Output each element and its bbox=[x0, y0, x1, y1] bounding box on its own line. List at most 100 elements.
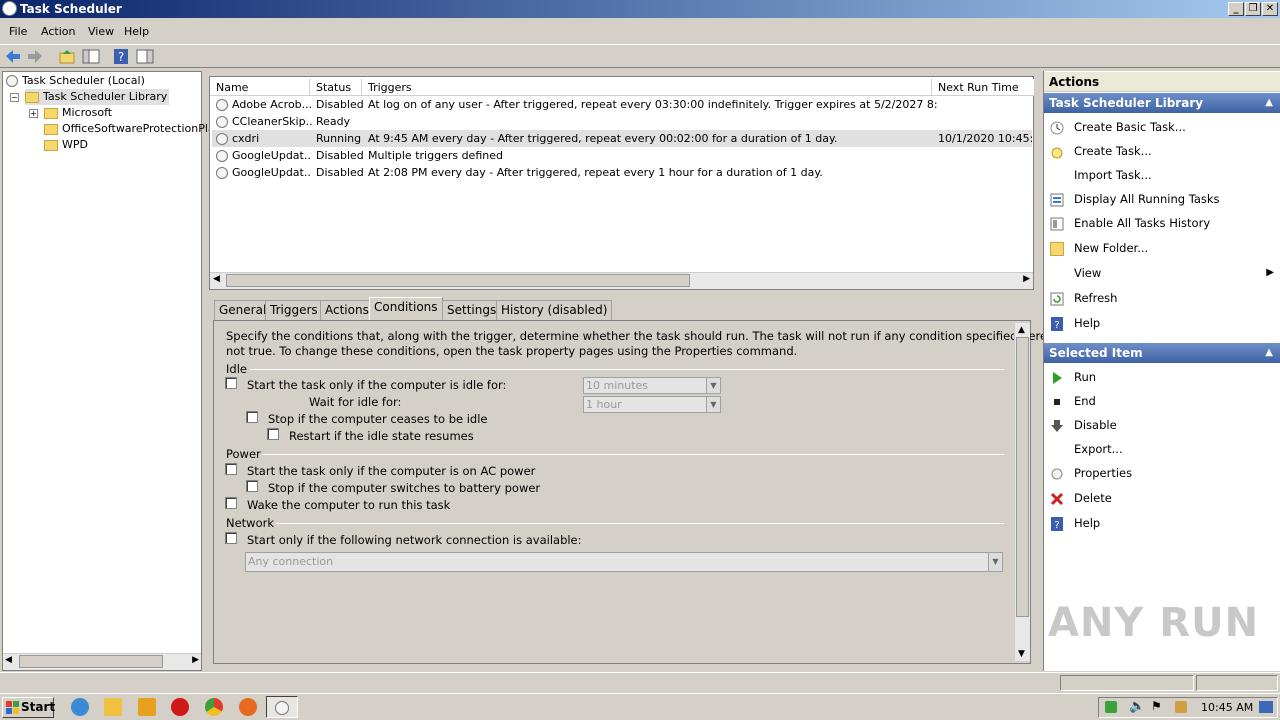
action-display-running-tasks[interactable]: Display All Running Tasks bbox=[1050, 189, 1220, 209]
tree-item-wpd[interactable]: WPD bbox=[44, 137, 88, 153]
minimize-button[interactable]: _ bbox=[1228, 2, 1244, 16]
task-row[interactable]: GoogleUpdat... Disabled At 2:08 PM every… bbox=[212, 164, 1032, 181]
tree-root[interactable]: Task Scheduler (Local) bbox=[6, 73, 145, 89]
show-hide-tree-icon[interactable] bbox=[82, 48, 100, 65]
collapse-section-icon[interactable]: ▲ bbox=[1265, 93, 1273, 113]
tab-actions[interactable]: Actions bbox=[320, 300, 374, 320]
restart-idle-checkbox[interactable] bbox=[267, 428, 279, 440]
tab-settings[interactable]: Settings bbox=[442, 300, 502, 320]
tree-item-officesoftwareprotection[interactable]: OfficeSoftwareProtectionPla bbox=[44, 121, 215, 137]
network-icon[interactable] bbox=[1175, 701, 1187, 713]
start-button[interactable]: Start bbox=[2, 697, 55, 718]
scroll-left-icon[interactable]: ◀ bbox=[5, 655, 12, 665]
collapse-section-icon[interactable]: ▲ bbox=[1265, 343, 1273, 363]
scroll-down-icon[interactable]: ▼ bbox=[1018, 649, 1025, 659]
restore-button[interactable]: ❐ bbox=[1245, 2, 1261, 16]
internet-explorer-icon[interactable] bbox=[71, 698, 89, 716]
tab-conditions[interactable]: Conditions bbox=[369, 297, 443, 321]
close-button[interactable]: ✕ bbox=[1262, 2, 1278, 16]
action-new-folder[interactable]: New Folder... bbox=[1050, 238, 1148, 258]
flag-icon[interactable]: ⚑ bbox=[1151, 699, 1162, 713]
forward-arrow-icon[interactable] bbox=[26, 48, 44, 65]
tab-history[interactable]: History (disabled) bbox=[496, 300, 613, 320]
up-folder-icon[interactable] bbox=[58, 48, 76, 65]
idle-start-checkbox[interactable] bbox=[225, 377, 237, 389]
scroll-thumb[interactable] bbox=[1016, 337, 1029, 617]
history-icon bbox=[1050, 217, 1064, 230]
help-icon: ? bbox=[1051, 516, 1063, 531]
firefox-icon[interactable] bbox=[239, 698, 257, 716]
section-task-scheduler-library[interactable]: Task Scheduler Library ▲ bbox=[1044, 93, 1280, 113]
task-row[interactable]: CCleanerSkip... Ready bbox=[212, 113, 1032, 130]
tab-general[interactable]: General bbox=[214, 300, 272, 320]
show-action-pane-icon[interactable] bbox=[136, 48, 154, 65]
column-header-status[interactable]: Status bbox=[310, 79, 362, 96]
action-help-selected[interactable]: ? Help bbox=[1050, 513, 1100, 533]
wait-idle-select[interactable]: 1 hour ▼ bbox=[583, 396, 721, 413]
menu-action[interactable]: Action bbox=[41, 25, 75, 38]
help-icon[interactable]: ? bbox=[112, 48, 130, 65]
column-header-triggers[interactable]: Triggers bbox=[362, 79, 932, 96]
task-triggers: Multiple triggers defined bbox=[368, 149, 503, 162]
scroll-thumb[interactable] bbox=[226, 274, 690, 287]
task-scheduler-taskbar-button[interactable] bbox=[266, 696, 298, 718]
battery-label: Stop if the computer switches to battery… bbox=[268, 481, 541, 495]
scroll-left-icon[interactable]: ◀ bbox=[213, 274, 220, 284]
menu-view[interactable]: View bbox=[88, 25, 114, 38]
action-import-task[interactable]: Import Task... bbox=[1050, 165, 1152, 185]
clock-icon bbox=[6, 75, 18, 87]
export-icon bbox=[1050, 443, 1064, 457]
scroll-right-icon[interactable]: ▶ bbox=[192, 655, 199, 665]
tree-item-library[interactable]: Task Scheduler Library bbox=[25, 89, 170, 105]
action-delete[interactable]: Delete bbox=[1050, 488, 1112, 508]
opera-icon[interactable] bbox=[171, 698, 189, 716]
menu-help[interactable]: Help bbox=[124, 25, 149, 38]
column-header-name[interactable]: Name bbox=[210, 79, 310, 96]
section-selected-item[interactable]: Selected Item ▲ bbox=[1044, 343, 1280, 363]
scroll-right-icon[interactable]: ▶ bbox=[1023, 274, 1030, 284]
tree-horizontal-scrollbar[interactable]: ◀ ▶ bbox=[3, 653, 201, 670]
column-header-next-run-time[interactable]: Next Run Time bbox=[932, 79, 1035, 96]
network-checkbox[interactable] bbox=[225, 532, 237, 544]
conditions-vertical-scrollbar[interactable]: ▲ ▼ bbox=[1014, 323, 1030, 661]
file-explorer-icon[interactable] bbox=[104, 698, 122, 716]
action-create-task[interactable]: Create Task... bbox=[1050, 141, 1152, 161]
ac-power-checkbox[interactable] bbox=[225, 463, 237, 475]
action-properties[interactable]: Properties bbox=[1050, 463, 1132, 483]
task-row-selected[interactable]: cxdri Running At 9:45 AM every day - Aft… bbox=[212, 130, 1034, 147]
clock-icon bbox=[216, 150, 228, 162]
action-disable[interactable]: Disable bbox=[1050, 415, 1117, 435]
action-end[interactable]: End bbox=[1050, 391, 1096, 411]
media-player-icon[interactable] bbox=[138, 698, 156, 716]
menu-file[interactable]: File bbox=[9, 25, 27, 38]
show-desktop-icon[interactable] bbox=[1259, 701, 1273, 713]
chrome-icon[interactable] bbox=[205, 698, 223, 716]
action-enable-tasks-history[interactable]: Enable All Tasks History bbox=[1050, 213, 1210, 233]
volume-icon[interactable]: 🔈 bbox=[1129, 699, 1145, 714]
action-label: New Folder... bbox=[1074, 241, 1149, 255]
action-create-basic-task[interactable]: Create Basic Task... bbox=[1050, 117, 1186, 137]
task-row[interactable]: Adobe Acrob... Disabled At log on of any… bbox=[212, 96, 1032, 113]
back-arrow-icon[interactable] bbox=[4, 48, 22, 65]
collapse-icon[interactable]: − bbox=[10, 93, 19, 102]
scroll-up-icon[interactable]: ▲ bbox=[1018, 325, 1025, 335]
task-row[interactable]: GoogleUpdat... Disabled Multiple trigger… bbox=[212, 147, 1032, 164]
action-view[interactable]: View ▶ bbox=[1050, 263, 1274, 283]
conditions-panel: Specify the conditions that, along with … bbox=[213, 320, 1060, 664]
action-export[interactable]: Export... bbox=[1050, 439, 1123, 459]
security-icon[interactable] bbox=[1105, 701, 1117, 713]
action-help[interactable]: ? Help bbox=[1050, 313, 1100, 333]
expand-icon[interactable]: + bbox=[29, 109, 38, 118]
scroll-thumb[interactable] bbox=[19, 655, 163, 668]
network-connection-select[interactable]: Any connection ▼ bbox=[245, 552, 1003, 572]
clock-display[interactable]: 10:45 AM bbox=[1201, 701, 1253, 714]
tab-triggers[interactable]: Triggers bbox=[265, 300, 323, 320]
task-list-horizontal-scrollbar[interactable]: ◀ ▶ bbox=[210, 272, 1033, 289]
action-refresh[interactable]: Refresh bbox=[1050, 288, 1117, 308]
wake-checkbox[interactable] bbox=[225, 497, 237, 509]
action-run[interactable]: Run bbox=[1050, 367, 1096, 387]
tree-item-microsoft[interactable]: Microsoft bbox=[44, 105, 112, 121]
battery-checkbox[interactable] bbox=[246, 480, 258, 492]
idle-duration-select[interactable]: 10 minutes ▼ bbox=[583, 377, 721, 394]
stop-idle-checkbox[interactable] bbox=[246, 411, 258, 423]
